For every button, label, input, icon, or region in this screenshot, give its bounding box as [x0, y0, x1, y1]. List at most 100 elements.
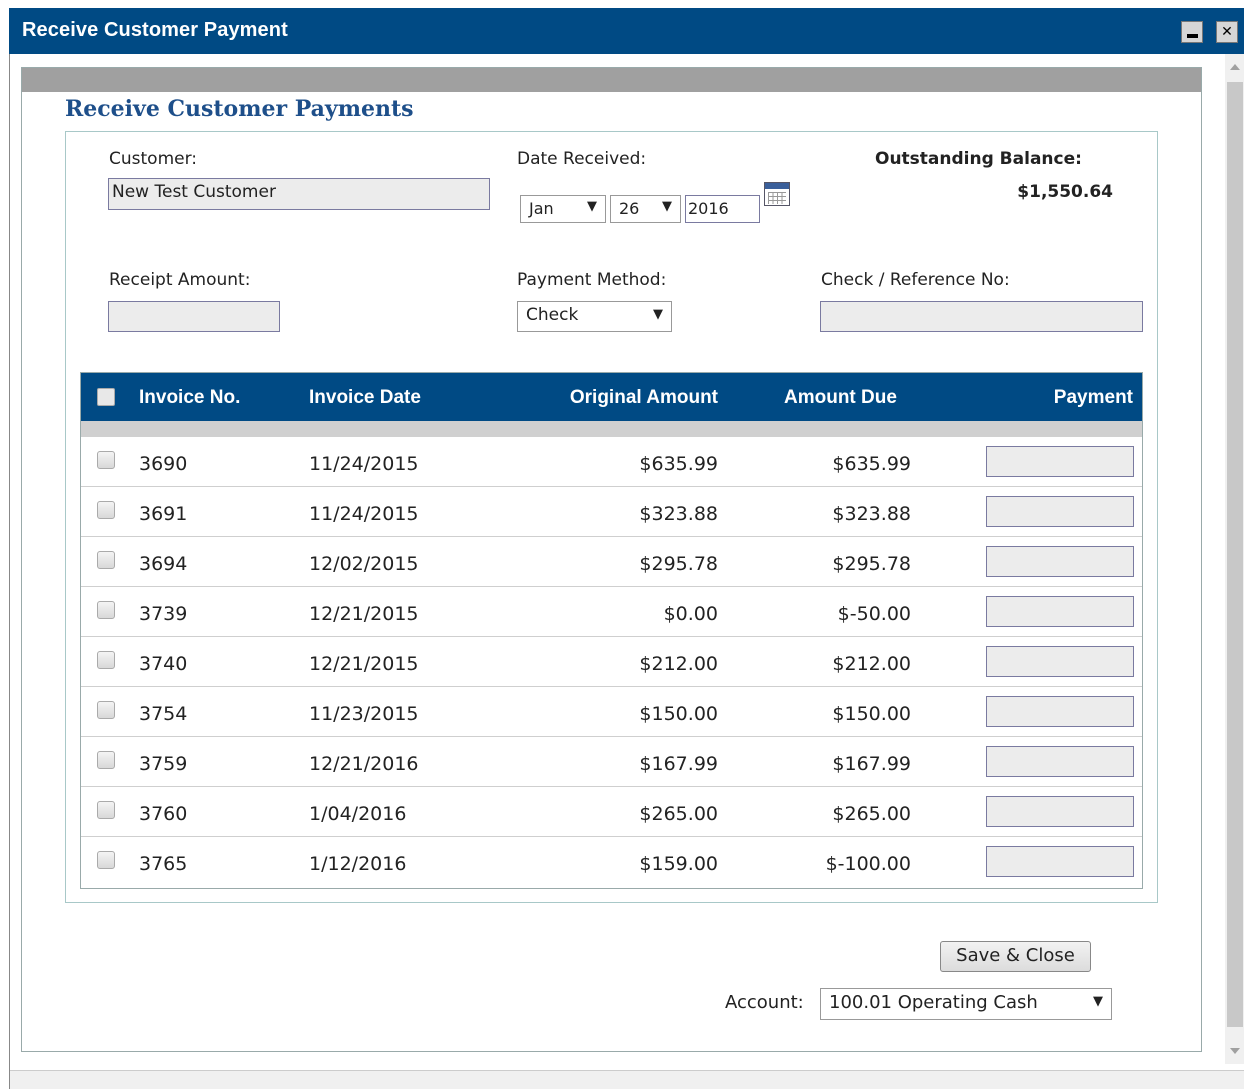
original-amount: $0.00: [663, 603, 718, 625]
header-invoice-date: Invoice Date: [309, 387, 421, 408]
customer-field[interactable]: New Test Customer: [108, 178, 490, 210]
table-row: 3740 12/21/2015 $212.00 $212.00: [81, 637, 1142, 687]
minimize-button[interactable]: [1181, 21, 1203, 43]
amount-due: $-100.00: [825, 853, 911, 875]
amount-due: $635.99: [832, 453, 911, 475]
invoice-date: 1/12/2016: [309, 853, 407, 875]
invoice-date: 1/04/2016: [309, 803, 407, 825]
table-row: 3765 1/12/2016 $159.00 $-100.00: [81, 837, 1142, 887]
row-checkbox[interactable]: [97, 651, 115, 669]
dialog-frame: Receive Customer Payments Customer: New …: [9, 54, 1244, 1089]
payment-input[interactable]: [986, 446, 1134, 477]
page-title: Receive Customer Payments: [65, 96, 414, 122]
invoice-no: 3759: [139, 753, 188, 775]
payment-form: Customer: New Test Customer Date Receive…: [65, 131, 1158, 903]
row-checkbox[interactable]: [97, 551, 115, 569]
window-edge: [0, 0, 9, 1089]
invoice-no: 3765: [139, 853, 188, 875]
vertical-scrollbar[interactable]: [1225, 54, 1244, 1064]
date-month-value: Jan: [529, 199, 554, 218]
payment-input[interactable]: [986, 846, 1134, 877]
table-header: Invoice No. Invoice Date Original Amount…: [81, 373, 1142, 421]
header-amount-due: Amount Due: [784, 387, 897, 408]
invoice-no: 3754: [139, 703, 188, 725]
payment-method-select[interactable]: Check ▼: [517, 301, 672, 332]
invoice-no: 3694: [139, 553, 188, 575]
reference-input[interactable]: [820, 301, 1143, 332]
payment-method-value: Check: [526, 305, 579, 325]
payment-input[interactable]: [986, 646, 1134, 677]
chevron-down-icon: ▼: [587, 199, 597, 214]
payment-input[interactable]: [986, 496, 1134, 527]
amount-due: $265.00: [832, 803, 911, 825]
payment-input[interactable]: [986, 746, 1134, 777]
invoice-table: Invoice No. Invoice Date Original Amount…: [80, 372, 1143, 889]
scroll-down-icon[interactable]: [1230, 1048, 1240, 1054]
close-button[interactable]: ✕: [1216, 21, 1238, 43]
row-checkbox[interactable]: [97, 801, 115, 819]
invoice-no: 3740: [139, 653, 188, 675]
payment-input[interactable]: [986, 796, 1134, 827]
date-received-label: Date Received:: [517, 149, 647, 169]
amount-due: $295.78: [832, 553, 911, 575]
header-invoice-no: Invoice No.: [139, 387, 241, 408]
account-select[interactable]: 100.01 Operating Cash ▼: [820, 988, 1112, 1020]
table-row: 3759 12/21/2016 $167.99 $167.99: [81, 737, 1142, 787]
original-amount: $635.99: [639, 453, 718, 475]
invoice-no: 3760: [139, 803, 188, 825]
invoice-no: 3691: [139, 503, 188, 525]
table-row: 3760 1/04/2016 $265.00 $265.00: [81, 787, 1142, 837]
row-checkbox[interactable]: [97, 601, 115, 619]
original-amount: $295.78: [639, 553, 718, 575]
content-header-bar: [22, 68, 1201, 92]
invoice-date: 11/23/2015: [309, 703, 419, 725]
customer-label: Customer:: [109, 149, 198, 169]
outstanding-balance-value: $1,550.64: [1017, 182, 1113, 202]
table-row: 3694 12/02/2015 $295.78 $295.78: [81, 537, 1142, 587]
dialog-bottom-strip: [10, 1070, 1244, 1089]
payment-input[interactable]: [986, 546, 1134, 577]
table-row: 3690 11/24/2015 $635.99 $635.99: [81, 437, 1142, 487]
chevron-down-icon: ▼: [662, 199, 672, 214]
outstanding-balance-label: Outstanding Balance:: [875, 149, 1082, 169]
invoice-date: 11/24/2015: [309, 503, 419, 525]
select-all-checkbox[interactable]: [97, 388, 115, 406]
row-checkbox[interactable]: [97, 451, 115, 469]
payment-input[interactable]: [986, 596, 1134, 627]
table-row: 3691 11/24/2015 $323.88 $323.88: [81, 487, 1142, 537]
original-amount: $159.00: [639, 853, 718, 875]
date-year-value: 2016: [688, 199, 729, 218]
table-row: 3739 12/21/2015 $0.00 $-50.00: [81, 587, 1142, 637]
invoice-date: 12/21/2015: [309, 653, 419, 675]
payment-input[interactable]: [986, 696, 1134, 727]
row-checkbox[interactable]: [97, 701, 115, 719]
original-amount: $323.88: [639, 503, 718, 525]
account-label: Account:: [725, 992, 804, 1013]
original-amount: $212.00: [639, 653, 718, 675]
window-titlebar[interactable]: Receive Customer Payment ✕: [9, 8, 1244, 54]
header-original-amount: Original Amount: [569, 387, 718, 408]
original-amount: $265.00: [639, 803, 718, 825]
date-day-select[interactable]: 26 ▼: [610, 195, 681, 223]
close-icon: ✕: [1221, 24, 1233, 40]
date-year-field[interactable]: 2016: [685, 195, 760, 223]
amount-due: $150.00: [832, 703, 911, 725]
receipt-amount-input[interactable]: [108, 301, 280, 332]
header-payment: Payment: [1053, 387, 1133, 408]
invoice-date: 12/02/2015: [309, 553, 419, 575]
invoice-date: 12/21/2015: [309, 603, 419, 625]
amount-due: $167.99: [832, 753, 911, 775]
scrollbar-thumb[interactable]: [1227, 82, 1243, 1027]
row-checkbox[interactable]: [97, 751, 115, 769]
calendar-icon[interactable]: [764, 182, 790, 206]
date-month-select[interactable]: Jan ▼: [520, 195, 606, 223]
save-close-button[interactable]: Save & Close: [940, 941, 1091, 972]
amount-due: $212.00: [832, 653, 911, 675]
row-checkbox[interactable]: [97, 501, 115, 519]
window-title: Receive Customer Payment: [22, 19, 288, 41]
minimize-icon: [1187, 34, 1198, 38]
amount-due: $-50.00: [837, 603, 911, 625]
invoice-no: 3690: [139, 453, 188, 475]
row-checkbox[interactable]: [97, 851, 115, 869]
scroll-up-icon[interactable]: [1230, 64, 1240, 70]
